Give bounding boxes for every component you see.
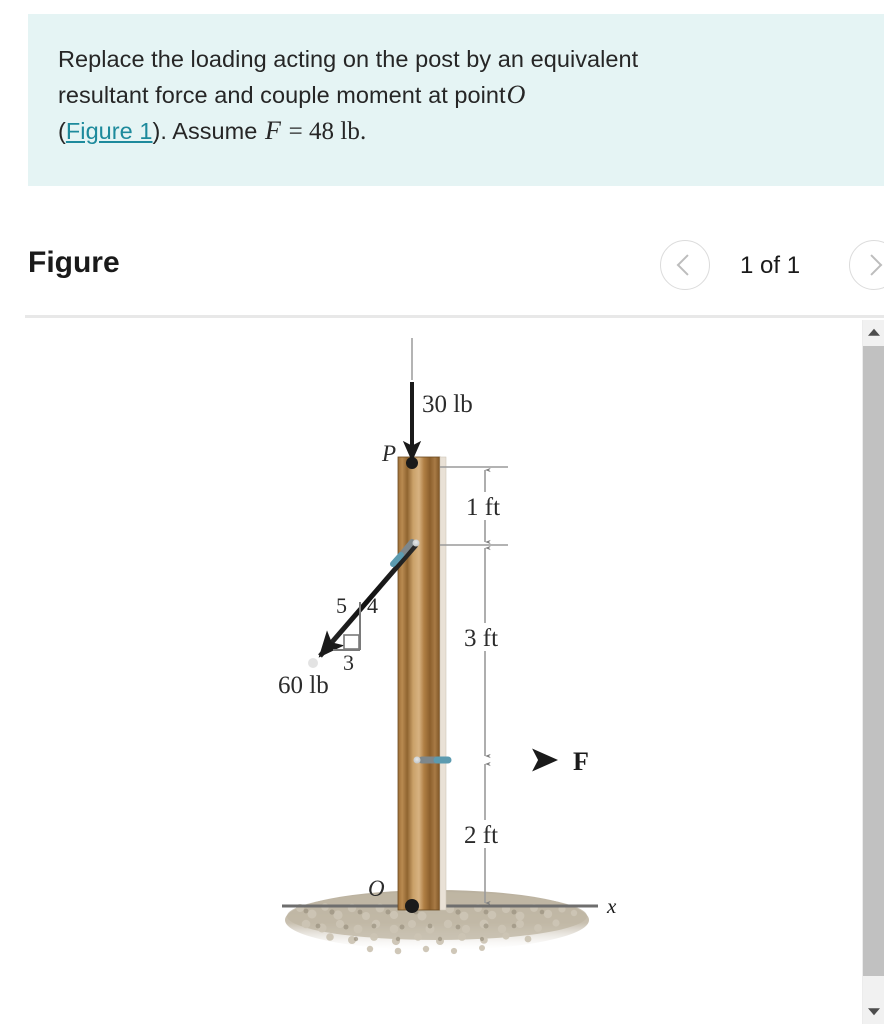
x-axis-label: x	[606, 894, 617, 918]
figure-title: Figure	[28, 246, 120, 279]
force-30lb: 30 lb P	[381, 338, 473, 469]
next-figure-button[interactable]	[849, 240, 884, 290]
force-f-value: = 48 lb.	[288, 118, 367, 145]
force-F-label: F	[573, 747, 589, 776]
dimension-1ft-label: 1 ft	[466, 494, 500, 521]
slope-label-3: 3	[343, 650, 354, 675]
problem-line-1: Replace the loading acting on the post b…	[58, 46, 639, 72]
figure-scrollbar[interactable]	[862, 320, 884, 1024]
post-loading-diagram: x 30 lb P 60 lb 5 4 3 F O 1 ft 3 ft 2 ft	[278, 338, 617, 955]
triangle-down-icon	[868, 1008, 880, 1016]
problem-line-2-text: resultant force and couple moment at poi…	[58, 82, 506, 108]
problem-statement-panel: Replace the loading acting on the post b…	[28, 14, 884, 186]
point-p-label: P	[381, 441, 396, 466]
chevron-right-icon	[861, 254, 883, 276]
point-O-label: O	[368, 876, 385, 901]
scrollbar-up-button[interactable]	[863, 320, 884, 346]
figure-1-link[interactable]: Figure 1	[66, 118, 153, 144]
chevron-left-icon	[676, 254, 698, 276]
dimension-2ft-label: 2 ft	[464, 822, 498, 849]
point-o-variable: O	[506, 80, 526, 109]
wood-post	[397, 456, 447, 911]
problem-line-3-open: (	[58, 118, 66, 144]
scrollbar-thumb[interactable]	[863, 346, 884, 976]
figure-image-area[interactable]: x 30 lb P 60 lb 5 4 3 F O 1 ft 3 ft 2 ft	[0, 320, 860, 1024]
force-30lb-label: 30 lb	[422, 391, 473, 418]
slope-label-5: 5	[336, 593, 347, 618]
force-f-variable: F	[265, 116, 281, 145]
force-60lb-label: 60 lb	[278, 672, 329, 699]
scrollbar-down-button[interactable]	[863, 998, 884, 1024]
figure-page-count: 1 of 1	[740, 252, 801, 279]
dimension-3ft-label: 3 ft	[464, 625, 498, 652]
problem-statement-text: Replace the loading acting on the post b…	[58, 42, 858, 149]
triangle-up-icon	[868, 328, 880, 336]
problem-line-3-mid: ). Assume	[152, 118, 258, 144]
previous-figure-button[interactable]	[660, 240, 710, 290]
slope-label-4: 4	[367, 593, 378, 618]
header-divider	[25, 315, 884, 318]
figure-header: Figure 1 of 1	[0, 232, 884, 318]
